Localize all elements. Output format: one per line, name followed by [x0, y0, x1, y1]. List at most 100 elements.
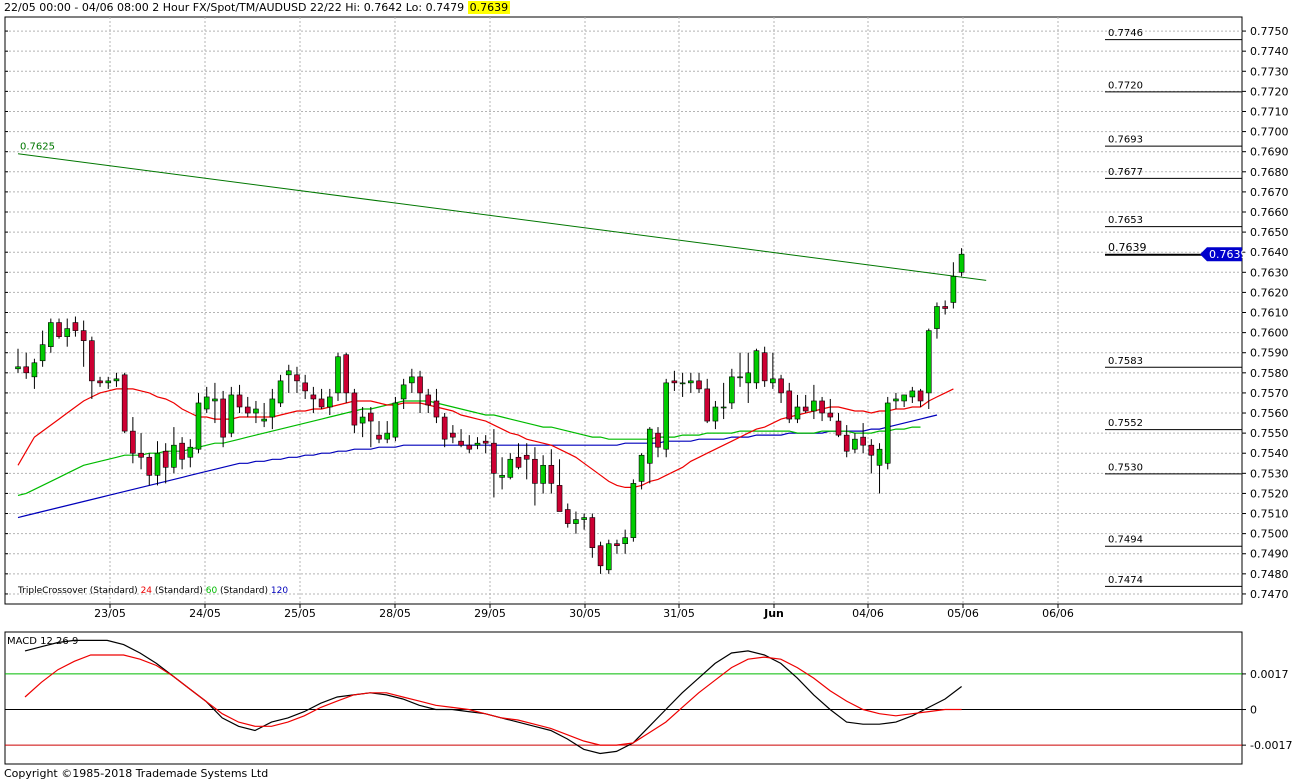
candle-body — [704, 388, 711, 422]
candle-body — [720, 406, 727, 409]
candle-body — [663, 382, 669, 450]
candle-body — [802, 406, 809, 412]
indicator-legend-part: 24 — [141, 586, 153, 596]
y-tick-label: 0.7520 — [1250, 487, 1289, 500]
candle-body — [433, 400, 440, 418]
candle-body — [72, 322, 79, 331]
candle-body — [138, 452, 144, 458]
x-tick-label: 04/06 — [852, 607, 884, 620]
candle-body — [162, 450, 169, 468]
y-tick-label: 0.7580 — [1250, 367, 1289, 380]
candle-body — [318, 398, 325, 408]
candle-body — [23, 366, 30, 374]
y-tick-label: 0.7740 — [1250, 45, 1289, 58]
candle-body — [417, 376, 423, 394]
y-tick-label: 0.7680 — [1250, 166, 1289, 179]
header-last-price: 0.7639 — [467, 1, 511, 14]
x-tick-label: 06/06 — [1042, 607, 1074, 620]
candle-body — [909, 390, 916, 398]
candle-body — [950, 276, 957, 303]
candle-body — [745, 372, 752, 384]
candle-body — [105, 380, 112, 384]
candle-body — [934, 306, 940, 329]
candle-body — [80, 330, 87, 341]
candle-body — [48, 322, 54, 347]
candle-body — [753, 350, 760, 384]
price-level-label: 0.7720 — [1108, 80, 1143, 91]
candle-body — [302, 382, 308, 392]
y-tick-label: 0.7660 — [1250, 206, 1289, 219]
header-interval: 2 Hour — [152, 1, 190, 14]
main-price-panel: 0.7750 0.7740 0.7730 0.7720 0.7710 0.7700 0.76… — [4, 16, 1289, 620]
y-tick-label: 0.7550 — [1250, 427, 1289, 440]
indicator-legend-part: 60 — [206, 586, 218, 596]
candle-body — [236, 394, 243, 408]
y-tick-label: 0.7710 — [1250, 105, 1289, 118]
candle-body — [351, 392, 358, 426]
candle-body — [581, 517, 587, 520]
candle-body — [589, 517, 596, 549]
price-level-label: 0.7639 — [1108, 241, 1147, 254]
price-level-label: 0.7653 — [1108, 215, 1143, 226]
candle-body — [925, 330, 932, 394]
candle-body — [515, 456, 522, 468]
candle-body — [343, 354, 350, 394]
price-level-label: 0.7474 — [1108, 575, 1143, 586]
candle-body — [15, 366, 21, 370]
candle-body — [294, 374, 300, 382]
candle-body — [261, 418, 267, 422]
candle-body — [646, 428, 653, 464]
header-bars: 22/22 — [310, 1, 342, 14]
candle-body — [811, 400, 817, 412]
candle-body — [761, 352, 768, 382]
candle-body — [827, 412, 834, 418]
indicator-legend-part: (Standard) — [152, 586, 206, 596]
candle-body — [696, 380, 702, 390]
candle-body — [622, 537, 628, 544]
candle-body — [860, 436, 866, 446]
candle-body — [597, 545, 604, 567]
candle-body — [819, 400, 825, 414]
y-tick-label: 0.7700 — [1250, 126, 1289, 139]
candle-body — [384, 432, 391, 440]
candle-body — [548, 464, 555, 484]
candle-body — [89, 340, 95, 382]
candle-body — [400, 384, 407, 400]
y-tick-label: 0.7690 — [1250, 146, 1289, 159]
x-tick-label: 30/05 — [569, 607, 601, 620]
indicator-legend-part: 120 — [271, 586, 288, 596]
macd-y-tick-label: 0.0017 — [1250, 668, 1289, 681]
candle-body — [285, 370, 292, 376]
y-tick-label: 0.7630 — [1250, 266, 1289, 279]
y-tick-label: 0.7470 — [1250, 588, 1289, 601]
candle-body — [368, 412, 374, 422]
candle-body — [868, 444, 875, 456]
y-tick-label: 0.7510 — [1250, 508, 1289, 521]
y-tick-label: 0.7620 — [1250, 286, 1289, 299]
candle-body — [335, 356, 341, 394]
macd-y-tick-label: 0 — [1250, 704, 1257, 717]
candle-body — [130, 430, 136, 454]
candle-body — [917, 390, 924, 402]
candle-body — [310, 394, 317, 400]
candle-body — [359, 416, 366, 424]
y-tick-label: 0.7530 — [1250, 467, 1289, 480]
candle-body — [770, 378, 776, 384]
indicator-legend: TripleCrossover (Standard) 24 (Standard)… — [17, 586, 288, 596]
candle-body — [573, 519, 579, 524]
y-axis: 0.7750 0.7740 0.7730 0.7720 0.7710 0.7700 0.76… — [1242, 25, 1289, 601]
header-period: 22/05 00:00 - 04/06 08:00 — [4, 1, 149, 14]
candle-body — [409, 376, 415, 384]
y-tick-label: 0.7590 — [1250, 347, 1289, 360]
y-tick-label: 0.7540 — [1250, 447, 1289, 460]
candle-body — [154, 452, 161, 476]
y-tick-label: 0.7560 — [1250, 407, 1289, 420]
candle-body — [712, 406, 719, 422]
candle-body — [450, 432, 456, 438]
candle-body — [441, 416, 448, 440]
candle-body — [638, 454, 645, 482]
x-tick-label: 25/05 — [284, 607, 316, 620]
x-axis: 23/05 24/05 25/05 28/05 29/05 30/05 31/05 Jun 04… — [94, 604, 1074, 620]
candle-body — [786, 390, 793, 420]
candle-body — [113, 378, 120, 382]
